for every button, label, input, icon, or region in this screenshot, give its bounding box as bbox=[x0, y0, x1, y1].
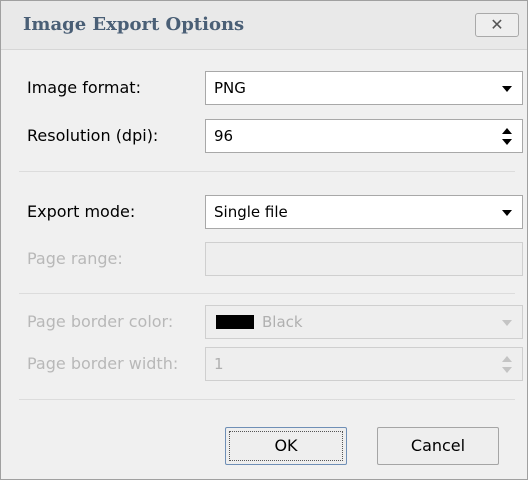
page-border-width-label: Page border width: bbox=[27, 354, 179, 373]
color-swatch bbox=[216, 315, 254, 329]
page-range-label: Page range: bbox=[27, 249, 123, 268]
image-export-options-dialog: Image Export Options ✕ Image format: PNG… bbox=[0, 0, 528, 480]
section-divider bbox=[19, 293, 515, 294]
export-mode-label: Export mode: bbox=[27, 202, 136, 221]
ok-button[interactable]: OK bbox=[225, 427, 347, 465]
close-button[interactable]: ✕ bbox=[475, 13, 519, 37]
image-format-value: PNG bbox=[214, 79, 246, 97]
page-border-color-value: Black bbox=[262, 313, 303, 331]
page-border-width-value: 1 bbox=[214, 355, 224, 373]
spin-down-icon[interactable] bbox=[502, 139, 512, 145]
resolution-spinner[interactable]: 96 bbox=[205, 119, 523, 153]
resolution-label: Resolution (dpi): bbox=[27, 126, 159, 145]
page-border-color-label: Page border color: bbox=[27, 312, 174, 331]
chevron-down-icon bbox=[502, 320, 512, 326]
page-border-color-dropdown: Black bbox=[205, 305, 523, 339]
spin-down-icon bbox=[502, 367, 512, 373]
close-icon: ✕ bbox=[490, 15, 504, 34]
spin-up-icon[interactable] bbox=[502, 128, 512, 134]
cancel-button[interactable]: Cancel bbox=[377, 427, 499, 465]
spin-up-icon bbox=[502, 356, 512, 362]
export-mode-dropdown[interactable]: Single file bbox=[205, 195, 523, 229]
chevron-down-icon bbox=[502, 210, 512, 216]
focus-rectangle bbox=[229, 431, 343, 461]
section-divider bbox=[19, 399, 515, 400]
page-border-width-spinner: 1 bbox=[205, 347, 523, 381]
image-format-label: Image format: bbox=[27, 78, 141, 97]
image-format-dropdown[interactable]: PNG bbox=[205, 71, 523, 105]
chevron-down-icon bbox=[502, 86, 512, 92]
export-mode-value: Single file bbox=[214, 203, 288, 221]
page-range-input bbox=[205, 242, 523, 276]
section-divider bbox=[19, 171, 515, 172]
title-bar: Image Export Options ✕ bbox=[1, 1, 527, 50]
resolution-value: 96 bbox=[214, 127, 234, 145]
dialog-title: Image Export Options bbox=[23, 14, 245, 35]
dialog-body: Image format: PNG Resolution (dpi): 96 E… bbox=[11, 50, 523, 474]
cancel-button-label: Cancel bbox=[410, 436, 466, 455]
